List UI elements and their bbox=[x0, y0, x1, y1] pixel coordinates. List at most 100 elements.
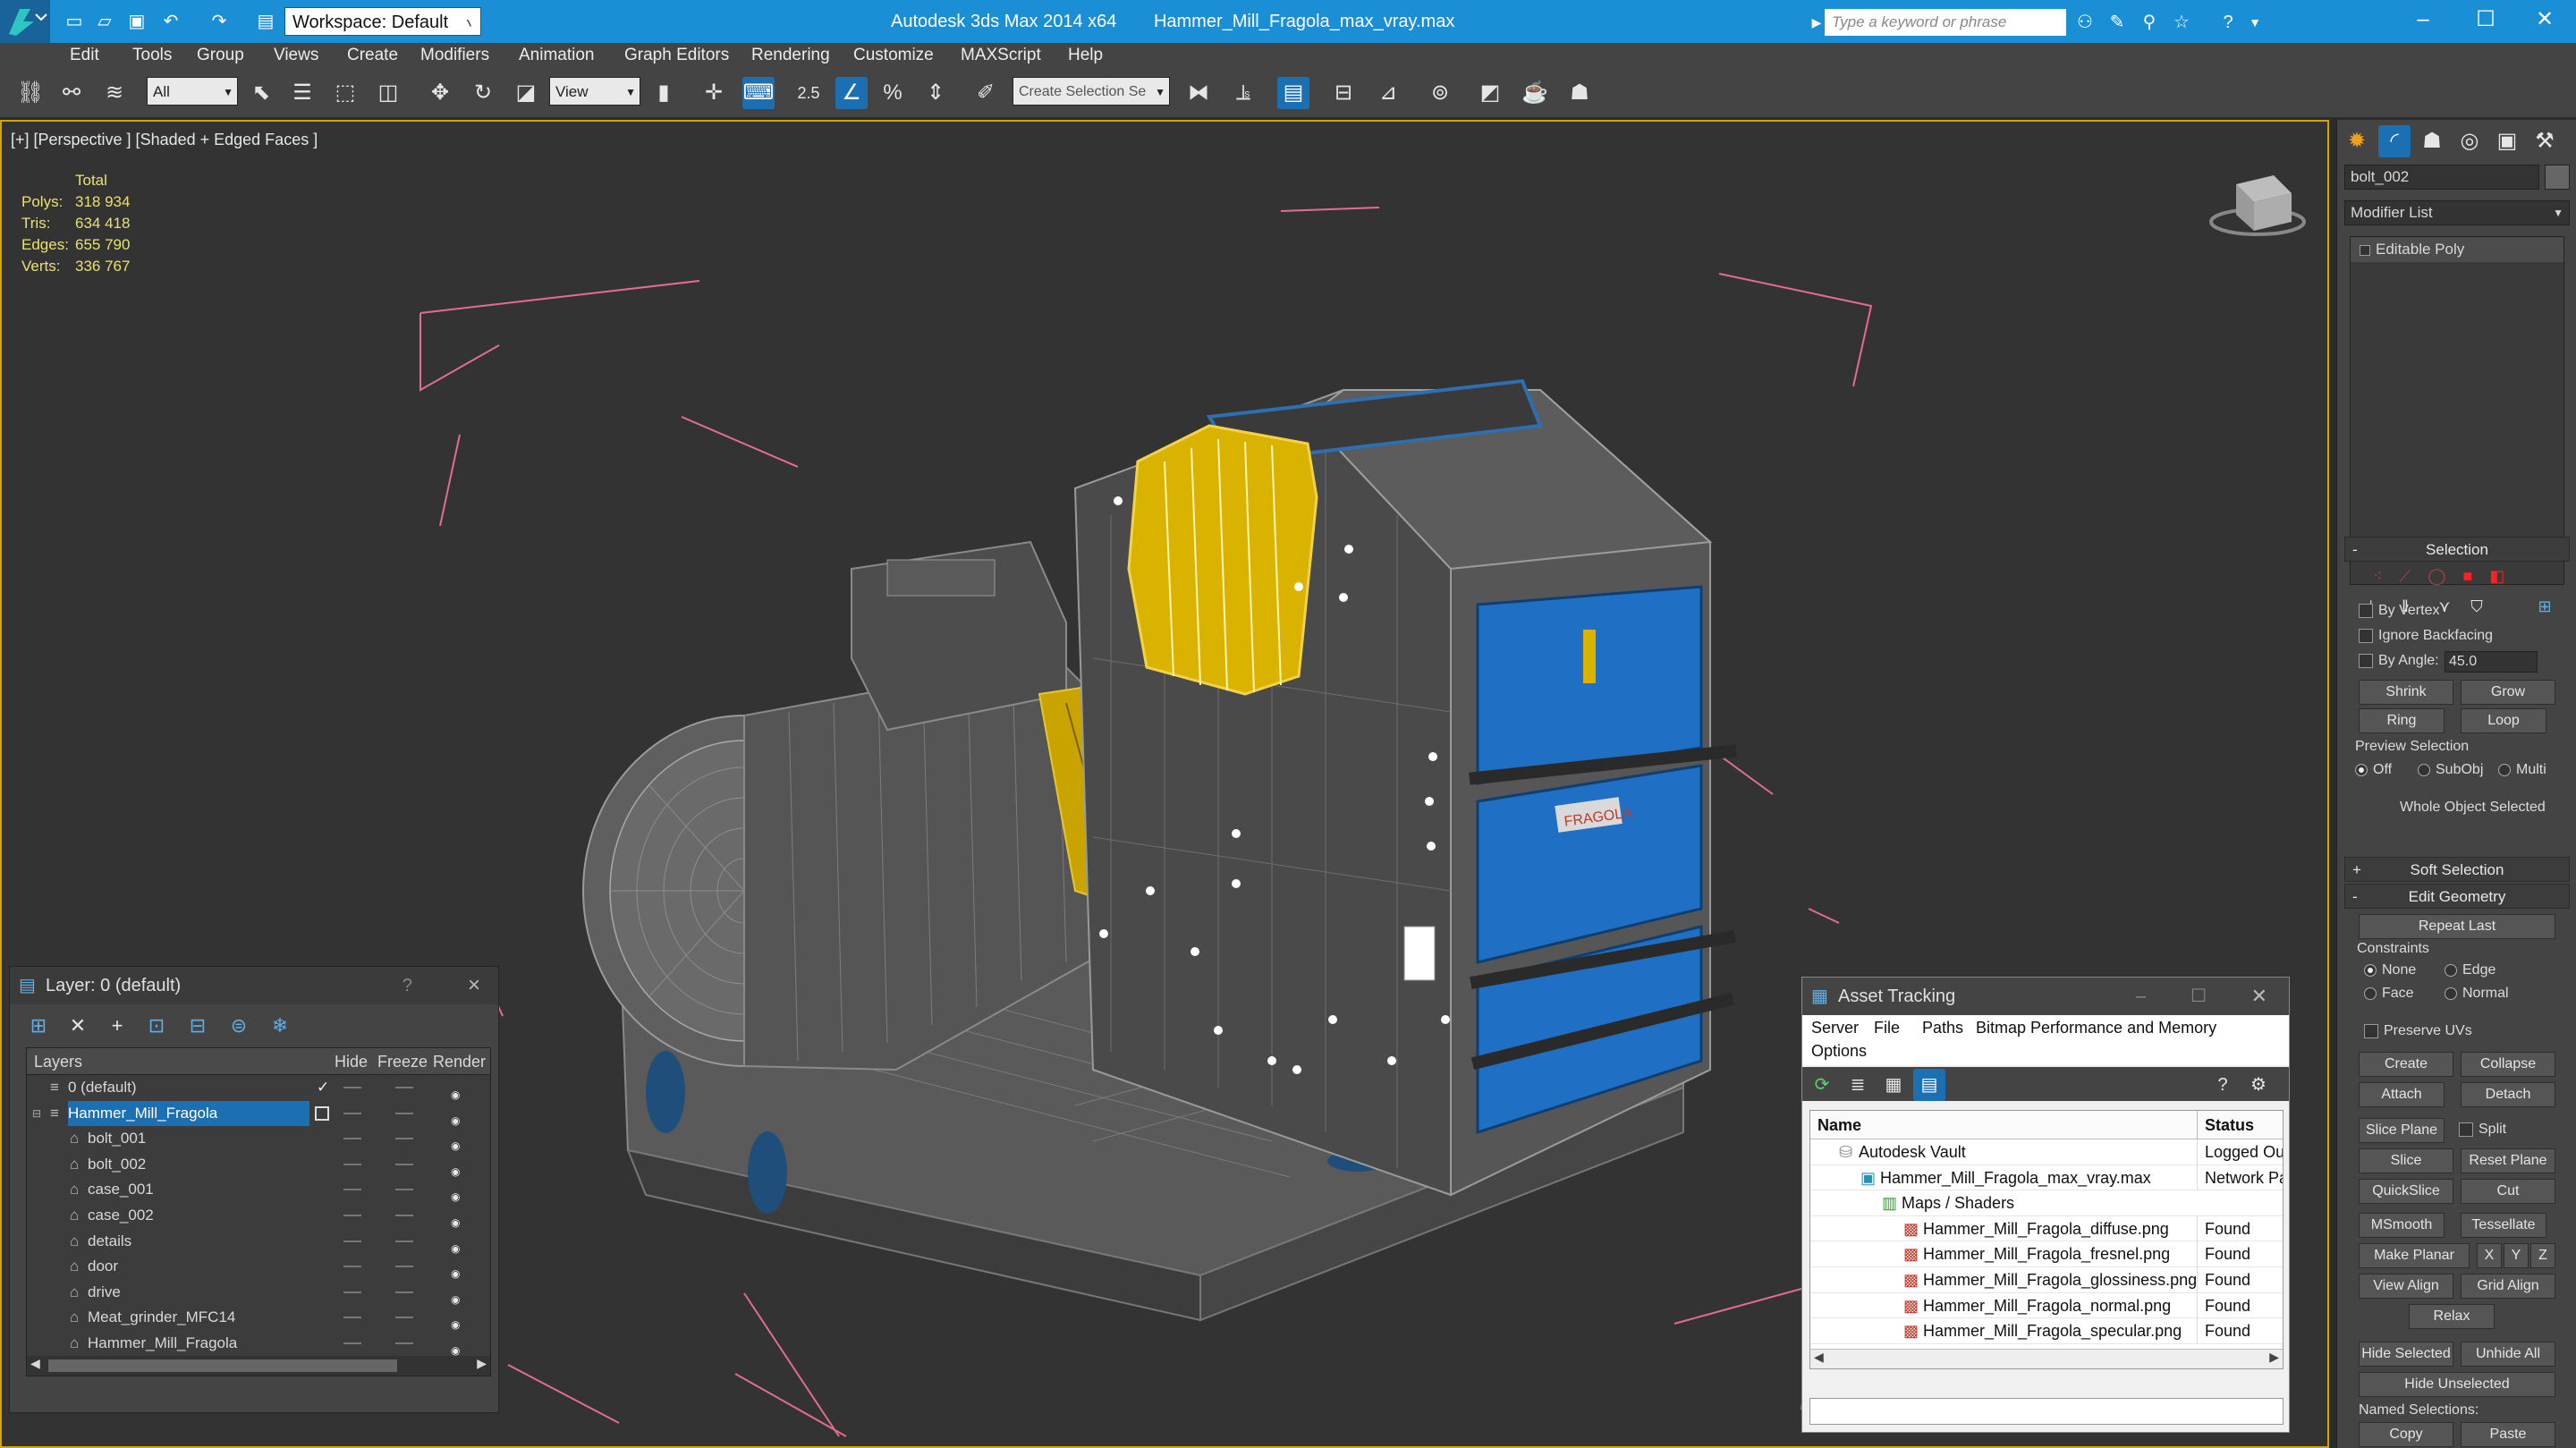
window-crossing-icon[interactable]: ◫ bbox=[372, 77, 404, 109]
layer-panel-titlebar[interactable]: ▤ Layer: 0 (default) ? × bbox=[10, 967, 498, 1004]
binoculars-icon[interactable]: ⚇ bbox=[2073, 11, 2097, 34]
motion-tab-icon[interactable]: ◎ bbox=[2453, 125, 2486, 157]
active-layer-check-icon[interactable]: ✓ bbox=[317, 1075, 329, 1100]
menu-animation[interactable]: Animation bbox=[519, 43, 595, 68]
open-file-icon[interactable]: ▱ bbox=[93, 11, 116, 32]
hide-toggle[interactable] bbox=[343, 1291, 361, 1293]
align-icon[interactable]: ⫡ bbox=[1227, 77, 1259, 109]
preview-multi-radio[interactable]: Multi bbox=[2498, 762, 2546, 778]
hide-unselected-button[interactable]: Hide Unselected bbox=[2359, 1372, 2555, 1397]
scroll-right-icon[interactable]: ▶ bbox=[2269, 1350, 2279, 1365]
create-button[interactable]: Create bbox=[2359, 1052, 2453, 1077]
split-checkbox[interactable]: Split bbox=[2459, 1122, 2506, 1138]
loop-button[interactable]: Loop bbox=[2461, 708, 2546, 733]
freeze-toggle[interactable] bbox=[395, 1214, 413, 1216]
workspace-dropdown[interactable]: Workspace: Default ▼ bbox=[284, 7, 481, 36]
table-view-icon[interactable]: ▤ bbox=[1913, 1069, 1945, 1101]
freeze-toggle[interactable] bbox=[395, 1189, 413, 1191]
selection-rollout-header[interactable]: - Selection bbox=[2344, 537, 2570, 562]
select-by-name-icon[interactable]: ☰ bbox=[286, 77, 318, 109]
selection-filter-dropdown[interactable]: All ▼ bbox=[147, 77, 238, 106]
constraint-none-radio[interactable]: None bbox=[2364, 962, 2416, 978]
help-icon[interactable]: ? bbox=[2216, 11, 2240, 34]
select-and-scale-icon[interactable]: ◪ bbox=[510, 77, 542, 109]
menu-customize[interactable]: Customize bbox=[853, 43, 934, 68]
hide-toggle[interactable] bbox=[343, 1342, 361, 1344]
help-menu-icon[interactable]: ▼ bbox=[2243, 11, 2267, 34]
col-name[interactable]: Name bbox=[1818, 1111, 1861, 1139]
grid-align-button[interactable]: Grid Align bbox=[2461, 1274, 2555, 1299]
menu-modifiers[interactable]: Modifiers bbox=[420, 43, 489, 68]
menu-create[interactable]: Create bbox=[347, 43, 398, 68]
asset-panel-titlebar[interactable]: ▦ Asset Tracking – ☐ ✕ bbox=[1802, 978, 2289, 1015]
constraint-normal-radio[interactable]: Normal bbox=[2445, 986, 2509, 1002]
select-and-move-icon[interactable]: ✥ bbox=[424, 77, 456, 109]
search-input[interactable]: Type a keyword or phrase bbox=[1825, 9, 2066, 36]
ignore-backfacing-checkbox[interactable]: Ignore Backfacing bbox=[2359, 628, 2493, 644]
menu-maxscript[interactable]: MAXScript bbox=[961, 43, 1041, 68]
graphite-modeling-tools-icon[interactable]: ⊟ bbox=[1327, 77, 1360, 109]
view-align-button[interactable]: View Align bbox=[2359, 1274, 2453, 1299]
freeze-toggle[interactable] bbox=[395, 1291, 413, 1293]
subscription-icon[interactable]: ⚲ bbox=[2138, 11, 2161, 34]
minimize-icon[interactable]: – bbox=[2392, 0, 2454, 43]
relax-button[interactable]: Relax bbox=[2409, 1304, 2495, 1329]
layer-row[interactable]: ≡ ⊟ Hammer_Mill_Fragola ◉ bbox=[27, 1100, 490, 1127]
freeze-toggle[interactable] bbox=[395, 1266, 413, 1268]
expand-icon[interactable]: ⊟ bbox=[32, 1101, 41, 1126]
select-objects-in-layer-icon[interactable]: ⊡ bbox=[140, 1010, 173, 1042]
workspace-menu-icon[interactable]: ▼ bbox=[460, 11, 483, 32]
thumbnail-view-icon[interactable]: ▦ bbox=[1877, 1069, 1910, 1101]
unhide-all-button[interactable]: Unhide All bbox=[2461, 1342, 2555, 1367]
asset-menu-server[interactable]: Server bbox=[1811, 1019, 1859, 1037]
asset-menu-file[interactable]: File bbox=[1874, 1019, 1900, 1037]
freeze-toggle[interactable] bbox=[395, 1240, 413, 1242]
hide-toggle[interactable] bbox=[343, 1138, 361, 1140]
menu-edit[interactable]: Edit bbox=[70, 43, 99, 68]
freeze-toggle[interactable] bbox=[395, 1317, 413, 1319]
asset-row[interactable]: ▣ Hammer_Mill_Fragola_max_vray.max Network… bbox=[1810, 1164, 2283, 1191]
shrink-button[interactable]: Shrink bbox=[2359, 680, 2453, 705]
asset-path-field[interactable] bbox=[1809, 1398, 2284, 1425]
settings-icon[interactable]: ⚙ bbox=[2242, 1069, 2275, 1101]
modifier-list-dropdown[interactable]: Modifier List ▼ bbox=[2344, 200, 2570, 225]
close-icon[interactable]: ✕ bbox=[2513, 0, 2576, 43]
col-render[interactable]: Render bbox=[433, 1048, 486, 1075]
by-vertex-checkbox[interactable]: By Vertex bbox=[2359, 603, 2439, 619]
render-icon[interactable]: ☗ bbox=[1563, 77, 1596, 109]
layer-row[interactable]: ⌂ details ◉ bbox=[27, 1229, 490, 1255]
modify-tab-icon[interactable]: ◜ bbox=[2378, 125, 2411, 157]
freeze-toggle[interactable] bbox=[395, 1342, 413, 1344]
asset-menu-options[interactable]: Options bbox=[1811, 1042, 1867, 1061]
menu-help[interactable]: Help bbox=[1068, 43, 1103, 68]
pivot-center-icon[interactable]: ▮ bbox=[648, 77, 680, 109]
percent-snap-icon[interactable]: % bbox=[877, 77, 909, 109]
freeze-toggle[interactable] bbox=[395, 1087, 413, 1088]
menu-graph-editors[interactable]: Graph Editors bbox=[624, 43, 729, 68]
select-object-icon[interactable]: ⬉ bbox=[245, 77, 277, 109]
make-planar-z-button[interactable]: Z bbox=[2530, 1243, 2555, 1268]
hide-selected-button[interactable]: Hide Selected bbox=[2359, 1342, 2453, 1367]
copy-button[interactable]: Copy bbox=[2359, 1422, 2453, 1447]
scroll-right-icon[interactable]: ▶ bbox=[477, 1356, 487, 1371]
reference-coordinate-dropdown[interactable]: View ▼ bbox=[549, 77, 640, 106]
hierarchy-tab-icon[interactable]: ☗ bbox=[2416, 125, 2448, 157]
make-planar-x-button[interactable]: X bbox=[2477, 1243, 2502, 1268]
angle-snap-icon[interactable]: ∠ bbox=[835, 77, 868, 109]
by-angle-checkbox[interactable]: By Angle: bbox=[2359, 653, 2439, 669]
named-selection-set-dropdown[interactable]: Create Selection Se ▼ bbox=[1013, 77, 1170, 106]
constraint-face-radio[interactable]: Face bbox=[2364, 986, 2414, 1002]
col-freeze[interactable]: Freeze bbox=[377, 1048, 428, 1075]
edit-geometry-rollout-header[interactable]: - Edit Geometry bbox=[2344, 884, 2570, 909]
cut-button[interactable]: Cut bbox=[2461, 1179, 2555, 1204]
collapse-button[interactable]: Collapse bbox=[2461, 1052, 2555, 1077]
hide-toggle[interactable] bbox=[343, 1087, 361, 1088]
remove-modifier-icon[interactable]: ⛉ bbox=[2461, 590, 2493, 622]
communication-center-icon[interactable]: ✎ bbox=[2106, 11, 2129, 34]
preview-subobj-radio[interactable]: SubObj bbox=[2418, 762, 2483, 778]
app-logo[interactable] bbox=[0, 0, 50, 43]
hide-toggle[interactable] bbox=[343, 1112, 361, 1114]
render-setup-icon[interactable]: ☕ bbox=[1519, 77, 1551, 109]
freeze-unfreeze-all-icon[interactable]: ❄ bbox=[264, 1010, 296, 1042]
project-folder-icon[interactable]: ▤ bbox=[254, 11, 277, 32]
